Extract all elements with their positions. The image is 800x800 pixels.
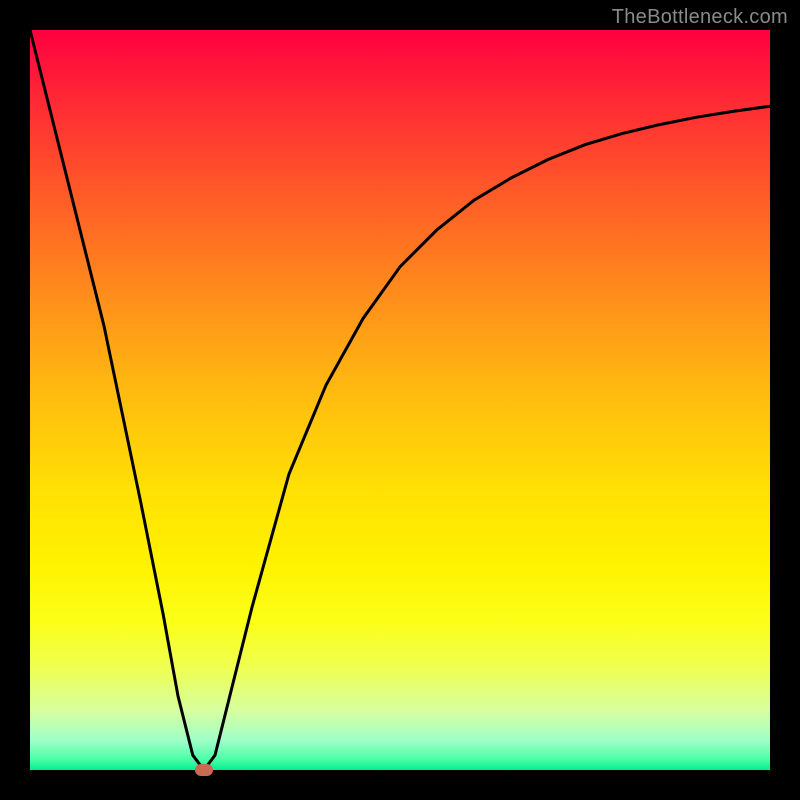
- bottleneck-curve: [30, 30, 770, 770]
- chart-frame: TheBottleneck.com: [0, 0, 800, 800]
- optimum-marker: [195, 764, 213, 776]
- curve-svg: [30, 30, 770, 770]
- watermark-text: TheBottleneck.com: [612, 6, 788, 29]
- plot-area: [30, 30, 770, 770]
